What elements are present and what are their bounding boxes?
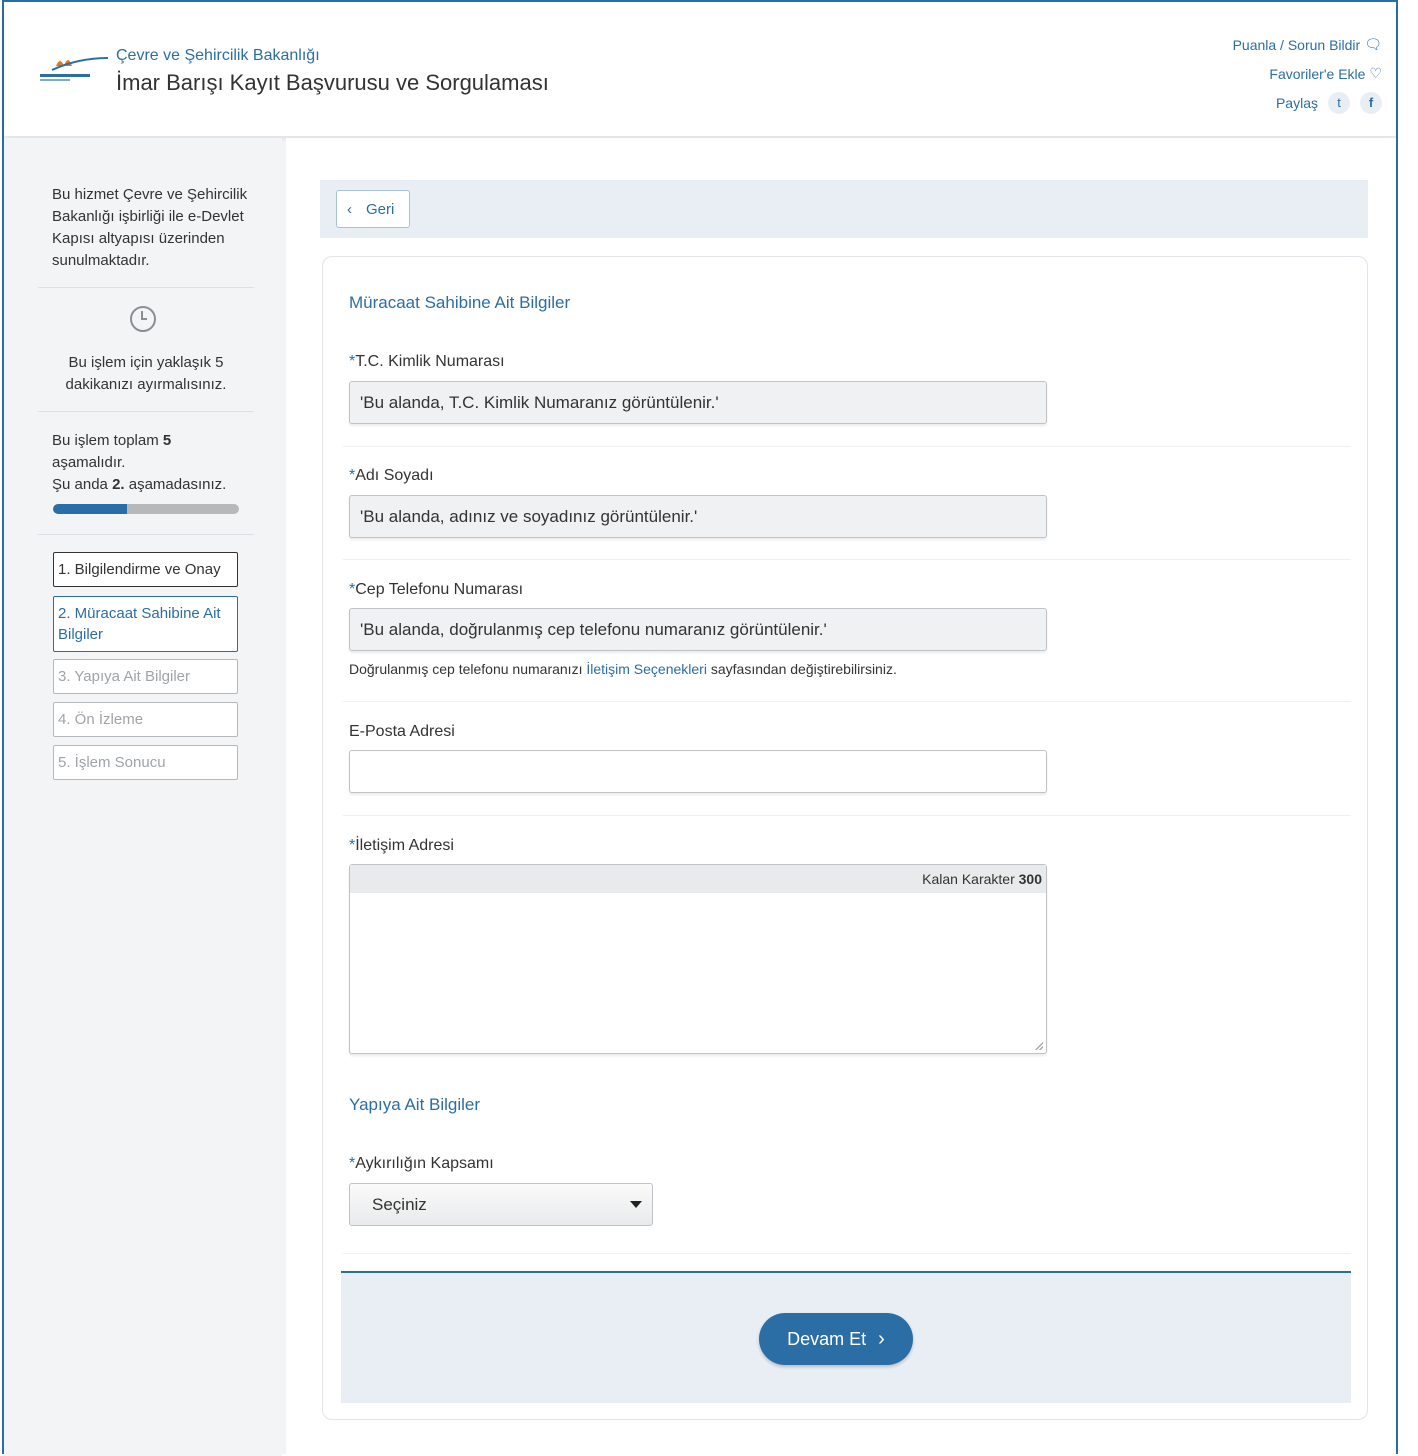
service-description: Bu hizmet Çevre ve Şehircilik Bakanlığı … xyxy=(52,186,248,269)
main-content: ‹ Geri Müracaat Sahibine Ait Bilgiler *T… xyxy=(286,138,1396,1456)
scope-selected: Seçiniz xyxy=(372,1194,427,1214)
ministry-logo xyxy=(40,57,109,81)
chevron-right-icon: › xyxy=(878,1327,885,1350)
step-item-4: 4. Ön İzleme xyxy=(53,702,238,737)
share-label: Paylaş xyxy=(1275,94,1318,111)
address-label: *İletişim Adresi xyxy=(349,837,454,855)
name-label: *Adı Soyadı xyxy=(349,467,434,485)
steps-note: Bu işlem toplam 5 aşamalıdır. Şu anda 2.… xyxy=(52,430,252,496)
tc-label: *T.C. Kimlik Numarası xyxy=(349,353,505,371)
clock-icon xyxy=(130,306,156,332)
field-separator xyxy=(343,701,1351,702)
email-label: E-Posta Adresi xyxy=(349,723,455,740)
back-bar: ‹ Geri xyxy=(320,180,1368,238)
scope-select[interactable]: Seçiniz xyxy=(349,1183,653,1226)
step-item-1[interactable]: 1. Bilgilendirme ve Onay xyxy=(53,552,238,587)
char-counter: Kalan Karakter 300 xyxy=(350,865,1046,893)
form-card: Müracaat Sahibine Ait Bilgiler *T.C. Kim… xyxy=(322,256,1368,1420)
facebook-icon[interactable]: f xyxy=(1360,91,1382,114)
section-title-applicant: Müracaat Sahibine Ait Bilgiler xyxy=(349,293,571,312)
favorites-link[interactable]: Favoriler'e Ekle xyxy=(1269,66,1365,82)
current-suffix: aşamadasınız. xyxy=(124,476,227,493)
current-step: 2. xyxy=(112,476,125,493)
section-title-building: Yapıya Ait Bilgiler xyxy=(349,1095,481,1114)
service-title: İmar Barışı Kayıt Başvurusu ve Sorgulama… xyxy=(116,70,549,95)
steps-total-suffix: aşamalıdır. xyxy=(52,454,126,471)
sidebar: Bu hizmet Çevre ve Şehircilik Bakanlığı … xyxy=(4,138,282,1456)
name-label-text: Adı Soyadı xyxy=(355,467,434,484)
continue-label: Devam Et xyxy=(787,1328,867,1349)
steps-total: 5 xyxy=(162,432,172,449)
field-separator xyxy=(343,446,1351,447)
back-label: Geri xyxy=(366,200,395,218)
sidebar-divider xyxy=(38,534,254,535)
resize-handle[interactable] xyxy=(1035,1042,1043,1050)
field-separator xyxy=(343,815,1351,816)
ministry-name[interactable]: Çevre ve Şehircilik Bakanlığı xyxy=(116,47,320,65)
top-links: Puanla / Sorun Bildir 🗨 Favoriler'e Ekle… xyxy=(1233,30,1382,117)
chevron-left-icon: ‹ xyxy=(347,200,352,218)
sidebar-divider xyxy=(38,411,254,412)
scope-label-text: Aykırılığın Kapsamı xyxy=(355,1155,494,1172)
tc-field[interactable]: 'Bu alanda, T.C. Kimlik Numaranız görünt… xyxy=(349,381,1047,424)
continue-button[interactable]: Devam Et › xyxy=(759,1313,913,1365)
rate-link[interactable]: Puanla / Sorun Bildir xyxy=(1233,37,1361,53)
phone-field[interactable]: 'Bu alanda, doğrulanmış cep telefonu num… xyxy=(349,608,1047,651)
phone-help: Doğrulanmış cep telefonu numaranızı İlet… xyxy=(349,661,897,677)
progress-bar xyxy=(53,504,239,514)
contact-options-link[interactable]: İletişim Seçenekleri xyxy=(586,661,707,677)
step-item-3: 3. Yapıya Ait Bilgiler xyxy=(53,659,238,694)
name-field[interactable]: 'Bu alanda, adınız ve soyadınız görüntül… xyxy=(349,495,1047,538)
phone-label: *Cep Telefonu Numarası xyxy=(349,581,523,599)
twitter-icon[interactable]: t xyxy=(1328,91,1350,114)
step-item-2[interactable]: 2. Müracaat Sahibine Ait Bilgiler xyxy=(53,596,238,652)
phone-help-suffix: sayfasından değiştirebilirsiniz. xyxy=(706,661,897,677)
phone-help-prefix: Doğrulanmış cep telefonu numaranızı xyxy=(349,661,587,677)
scope-label: *Aykırılığın Kapsamı xyxy=(349,1155,494,1173)
current-prefix: Şu anda xyxy=(52,476,113,493)
steps-total-prefix: Bu işlem toplam xyxy=(52,432,163,449)
address-label-text: İletişim Adresi xyxy=(355,837,454,854)
chat-icon[interactable]: 🗨 xyxy=(1364,36,1382,53)
sidebar-divider xyxy=(38,287,254,288)
field-separator xyxy=(343,1253,1351,1254)
time-note: Bu işlem için yaklaşık 5 dakikanızı ayır… xyxy=(65,354,227,393)
page-header: Çevre ve Şehircilik Bakanlığı İmar Barış… xyxy=(4,2,1396,136)
field-separator xyxy=(343,559,1351,560)
step-item-5: 5. İşlem Sonucu xyxy=(53,745,238,780)
email-field[interactable] xyxy=(349,750,1047,793)
form-footer: Devam Et › xyxy=(341,1271,1351,1403)
char-counter-value: 300 xyxy=(1018,871,1042,887)
tc-label-text: T.C. Kimlik Numarası xyxy=(355,353,505,370)
back-button[interactable]: ‹ Geri xyxy=(336,190,410,228)
progress-fill xyxy=(53,504,128,514)
caret-down-icon xyxy=(630,1201,642,1208)
address-textarea[interactable]: Kalan Karakter 300 xyxy=(349,864,1047,1054)
char-counter-label: Kalan Karakter xyxy=(922,871,1015,887)
heart-icon[interactable]: ♡ xyxy=(1369,65,1382,82)
phone-label-text: Cep Telefonu Numarası xyxy=(355,581,524,598)
browser-frame: Çevre ve Şehircilik Bakanlığı İmar Barış… xyxy=(2,0,1398,1456)
